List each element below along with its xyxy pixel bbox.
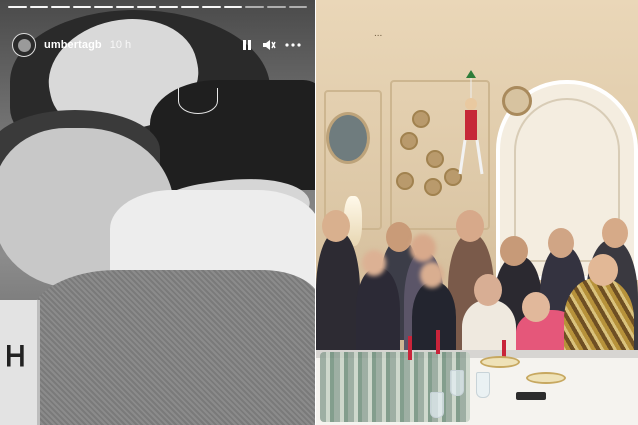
- person-child: [412, 282, 456, 360]
- progress-segment: [180, 6, 200, 8]
- progress-segment: [223, 6, 243, 8]
- gold-plate: [526, 372, 566, 384]
- wall-letter: Ꮋ: [6, 340, 25, 373]
- wall-plate: [400, 132, 418, 150]
- person-head: [602, 218, 628, 248]
- progress-segment: [115, 6, 135, 8]
- water-glass: [476, 372, 490, 398]
- gold-plate: [480, 356, 520, 368]
- phone-on-table: [516, 392, 546, 400]
- story-panel: Ꮋ umbertagb 10 h: [0, 0, 315, 425]
- dinner-photo-panel: ...: [316, 0, 638, 425]
- progress-segment: [288, 6, 308, 8]
- person-head: [322, 210, 350, 242]
- story-timestamp: 10 h: [109, 39, 132, 51]
- more-options-icon[interactable]: [285, 43, 301, 47]
- progress-segment: [51, 6, 70, 8]
- story-username[interactable]: umbertagb: [44, 39, 102, 51]
- progress-segment: [137, 6, 157, 8]
- progress-segment: [94, 6, 113, 8]
- woman-top: [150, 80, 315, 190]
- blurred-face: [420, 262, 444, 288]
- blurred-face: [410, 234, 436, 262]
- ceiling-mark: ...: [374, 28, 383, 39]
- portrait-medallion: [326, 112, 370, 164]
- hanging-puppet: [458, 70, 484, 175]
- person-head: [500, 236, 528, 266]
- progress-segment: [8, 6, 27, 8]
- water-glass: [430, 392, 444, 418]
- water-glass: [450, 370, 464, 396]
- progress-segment: [72, 6, 92, 8]
- pause-icon[interactable]: [241, 39, 253, 51]
- person-child: [356, 268, 400, 360]
- progress-segment: [266, 6, 286, 8]
- person-head: [456, 210, 484, 242]
- avatar[interactable]: [12, 33, 36, 57]
- mute-icon[interactable]: [262, 39, 276, 51]
- necklace: [178, 88, 218, 114]
- person-head: [522, 292, 550, 322]
- person-head: [588, 254, 618, 286]
- person-head: [386, 222, 412, 252]
- progress-segment: [245, 6, 264, 8]
- story-progress-bar: [8, 6, 308, 8]
- story-header: umbertagb 10 h: [12, 32, 301, 58]
- wall-plate: [424, 178, 442, 196]
- wall-plate: [396, 172, 414, 190]
- person-head: [474, 274, 502, 306]
- progress-segment: [29, 6, 49, 8]
- red-candle: [408, 336, 412, 360]
- wall-plate: [426, 150, 444, 168]
- wall-plate: [412, 110, 430, 128]
- person-head: [548, 228, 574, 258]
- story-controls: [241, 39, 301, 51]
- progress-segment: [159, 6, 178, 8]
- man-jacket: [30, 270, 315, 425]
- progress-segment: [202, 6, 221, 8]
- hanging-plate: [502, 86, 532, 116]
- christmas-village-centerpiece: [320, 352, 470, 422]
- blurred-face: [362, 250, 386, 276]
- person-suit-left: [316, 232, 360, 362]
- red-candle: [436, 330, 440, 354]
